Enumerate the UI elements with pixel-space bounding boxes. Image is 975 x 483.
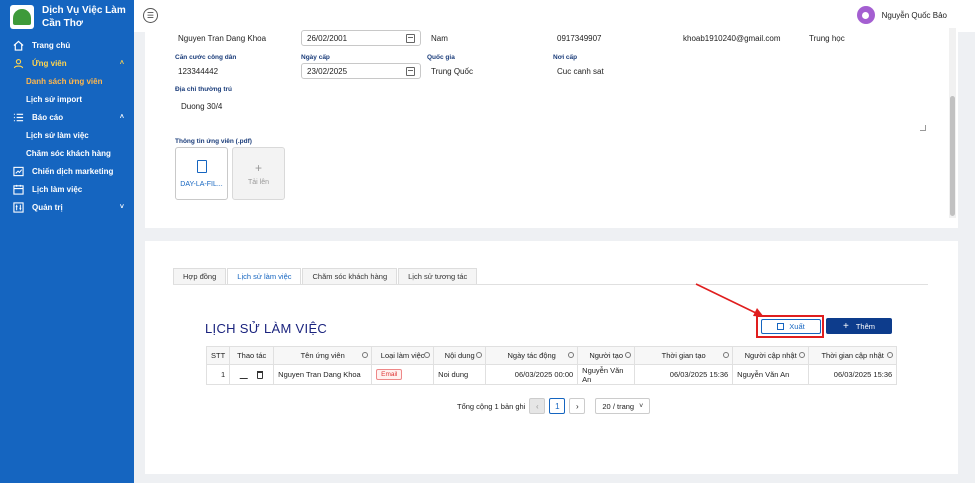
pagination-total: Tổng cộng 1 bản ghi [457,401,526,411]
home-icon [12,39,24,51]
col-stt: STT [205,346,231,365]
export-icon [777,323,785,330]
sidebar-item-import-history[interactable]: Lịch sử import [0,90,134,108]
list-icon [12,111,24,123]
address-label: Địa chỉ thường trú [175,86,232,93]
candidate-info-card: Nguyen Tran Dang Khoa 26/02/2001 Nam 091… [145,28,958,228]
issue-date-input[interactable]: 23/02/2025 [301,63,421,79]
users-icon [12,57,24,69]
scrollbar[interactable] [949,28,956,218]
col-updater[interactable]: Người cập nhật [732,346,810,365]
name-field[interactable]: Nguyen Tran Dang Khoa [178,34,266,43]
birth-date-input[interactable]: 26/02/2001 [301,30,421,46]
resize-handle[interactable] [920,125,926,131]
table-row: 1 Nguyen Tran Dang Khoa Email Noi dung 0… [205,364,898,385]
pdf-file[interactable]: DAY-LA-FIL... [175,147,228,200]
phone-field[interactable]: 0917349907 [557,34,602,43]
sidebar-item-candidate-list[interactable]: Danh sách ứng viên [0,72,134,90]
search-icon[interactable] [625,352,632,358]
chevron-up-icon: ˄ [119,113,124,121]
calendar-icon [406,34,415,43]
page-1-button[interactable]: 1 [549,398,566,414]
sidebar-item-candidates[interactable]: Ứng viên ˄ [0,54,134,72]
id-card-label: Căn cước công dân [175,54,237,61]
scrollbar-thumb[interactable] [950,96,955,216]
col-action-date[interactable]: Ngày tác động [485,346,579,365]
sidebar-item-work-history[interactable]: Lịch sử làm việc [0,126,134,144]
col-updated-at[interactable]: Thời gian cập nhật [808,346,898,365]
tab-work-history[interactable]: Lịch sử làm việc [227,268,302,284]
email-field[interactable]: khoab1910240@gmail.com [683,34,781,43]
sidebar-nav: Trang chủ Ứng viên ˄ Danh sách ứng viên … [0,36,134,216]
brand[interactable]: Dịch Vụ Việc Làm Cần Thơ [0,0,134,34]
sidebar-item-calendar[interactable]: Lịch làm việc [0,180,134,198]
calendar-icon [406,67,415,76]
pagination: Tổng cộng 1 bản ghi ‹ 1 › 20 / trang ˅ [457,398,651,414]
row-actions [229,364,275,385]
plus-icon: + [254,161,262,175]
col-created-at[interactable]: Thời gian tạo [634,346,734,365]
section-title: LỊCH SỬ LÀM VIỆC [205,321,328,336]
chevron-down-icon: ˅ [639,402,644,410]
id-card-field[interactable]: 123344442 [178,67,218,76]
logo [10,5,34,29]
search-icon[interactable] [568,352,575,358]
issue-date-label: Ngày cấp [301,54,330,61]
gender-field[interactable]: Nam [431,34,448,43]
search-icon[interactable] [723,352,730,358]
pdf-label: Thông tin ứng viên (.pdf) [175,138,252,145]
col-actions: Thao tác [229,346,275,365]
file-icon [196,159,207,173]
chart-icon [12,165,24,177]
sidebar: Dịch Vụ Việc Làm Cần Thơ Trang chủ Ứng v… [0,0,134,483]
admin-icon [12,201,24,213]
work-history-card: Hợp đồng Lịch sử làm việc Chăm sóc khách… [145,241,958,474]
col-work-type[interactable]: Loại làm việc [371,346,435,365]
brand-title: Dịch Vụ Việc Làm Cần Thơ [42,5,126,29]
calendar-icon [12,183,24,195]
search-icon[interactable] [799,352,806,358]
add-button[interactable]: + Thêm [826,318,892,334]
work-type-badge: Email [376,369,403,380]
col-content[interactable]: Nội dung [433,346,487,365]
sidebar-item-reports[interactable]: Báo cáo ˄ [0,108,134,126]
chevron-down-icon: ˅ [119,203,124,211]
edit-icon[interactable] [239,371,251,379]
tab-bar: Hợp đồng Lịch sử làm việc Chăm sóc khách… [173,268,478,284]
upload-button[interactable]: + Tải lên [232,147,285,200]
work-history-table: STT Thao tác Tên ứng viên Loại làm việc … [205,346,898,385]
search-icon[interactable] [424,352,431,358]
tab-interaction-history[interactable]: Lịch sử tương tác [398,268,478,284]
search-icon[interactable] [362,352,369,358]
tab-contract[interactable]: Hợp đồng [173,268,227,284]
page-size-select[interactable]: 20 / trang ˅ [595,398,651,414]
prev-page-button[interactable]: ‹ [529,398,546,414]
country-select[interactable]: Trung Quốc [431,67,473,76]
next-page-button[interactable]: › [569,398,586,414]
avatar [856,6,875,24]
search-icon[interactable] [476,352,483,358]
issue-place-field[interactable]: Cuc canh sat [557,67,604,76]
sidebar-item-marketing[interactable]: Chiến dịch marketing [0,162,134,180]
education-field[interactable]: Trung học [809,34,845,43]
col-creator[interactable]: Người tạo [577,346,636,365]
sidebar-item-customer-care[interactable]: Chăm sóc khách hàng [0,144,134,162]
country-label: Quốc gia [427,54,455,61]
sidebar-item-admin[interactable]: Quản trị ˅ [0,198,134,216]
user-name: Nguyễn Quốc Bảo [881,10,947,20]
sidebar-item-home[interactable]: Trang chủ [0,36,134,54]
menu-toggle-icon[interactable]: ☰ [143,8,158,23]
chevron-up-icon: ˄ [119,59,124,67]
search-icon[interactable] [887,352,894,358]
user-menu[interactable]: Nguyễn Quốc Bảo [856,6,947,24]
plus-icon: + [842,320,849,332]
trash-icon[interactable] [256,371,263,379]
export-button[interactable]: Xuất [761,319,821,334]
col-candidate-name[interactable]: Tên ứng viên [273,346,373,365]
tab-customer-care[interactable]: Chăm sóc khách hàng [302,268,398,284]
address-textarea[interactable]: Duong 30/4 [181,102,222,111]
tab-divider [173,284,928,285]
issue-place-label: Nơi cấp [553,54,578,61]
